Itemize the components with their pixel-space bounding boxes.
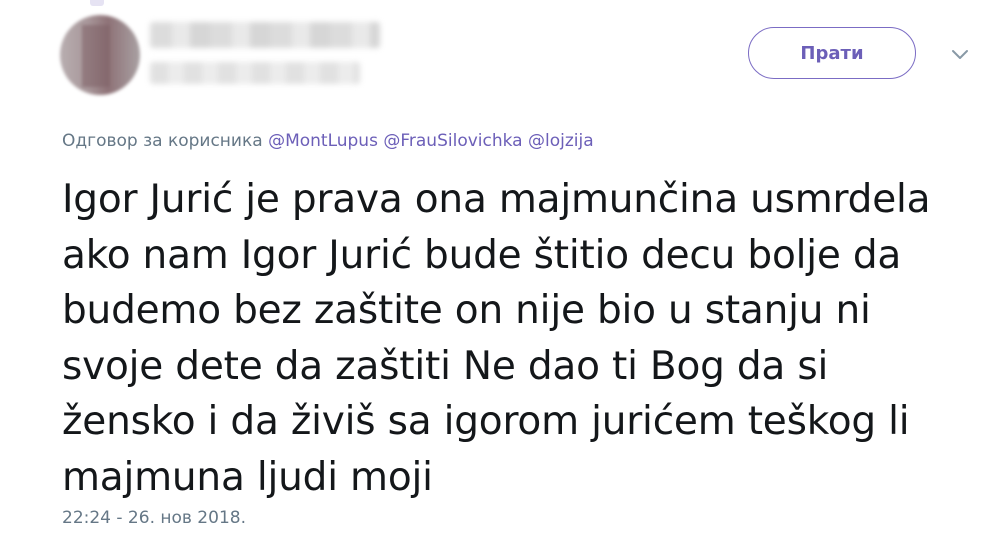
tweet-line: ako nam Igor Jurić bude štitio decu bolj… bbox=[62, 232, 902, 278]
reply-context: Одговор за корисника @MontLupus @FrauSil… bbox=[62, 131, 594, 151]
follow-button[interactable]: Прати bbox=[748, 27, 916, 79]
mention-link[interactable]: @FrauSilovichka bbox=[383, 131, 522, 151]
mention-link[interactable]: @MontLupus bbox=[268, 131, 378, 151]
tweet-line: budemo bez zaštite on nije bio u stanju … bbox=[62, 288, 871, 333]
tweet-line: majmuna ljudi moji bbox=[62, 454, 433, 500]
tweet-timestamp[interactable]: 22:24 - 26. нов 2018. bbox=[62, 508, 246, 528]
author-name-redacted[interactable] bbox=[150, 22, 380, 48]
top-accent-bar bbox=[90, 0, 104, 6]
tweet-line: svoje dete da zaštiti Ne dao ti Bog da s… bbox=[62, 343, 829, 389]
tweet-line: žensko i da živiš sa igorom jurićem tešk… bbox=[62, 399, 910, 444]
mention-link[interactable]: @lojzija bbox=[528, 131, 594, 151]
chevron-down-icon[interactable] bbox=[950, 44, 970, 64]
tweet-line: Igor Jurić je prava ona majmunčina usmrd… bbox=[62, 177, 931, 222]
reply-prefix: Одговор за корисника bbox=[62, 131, 263, 151]
author-handle-redacted[interactable] bbox=[150, 62, 360, 84]
tweet-text: Igor Jurić je prava ona majmunčina usmrd… bbox=[62, 172, 962, 505]
author-avatar[interactable] bbox=[60, 15, 140, 95]
